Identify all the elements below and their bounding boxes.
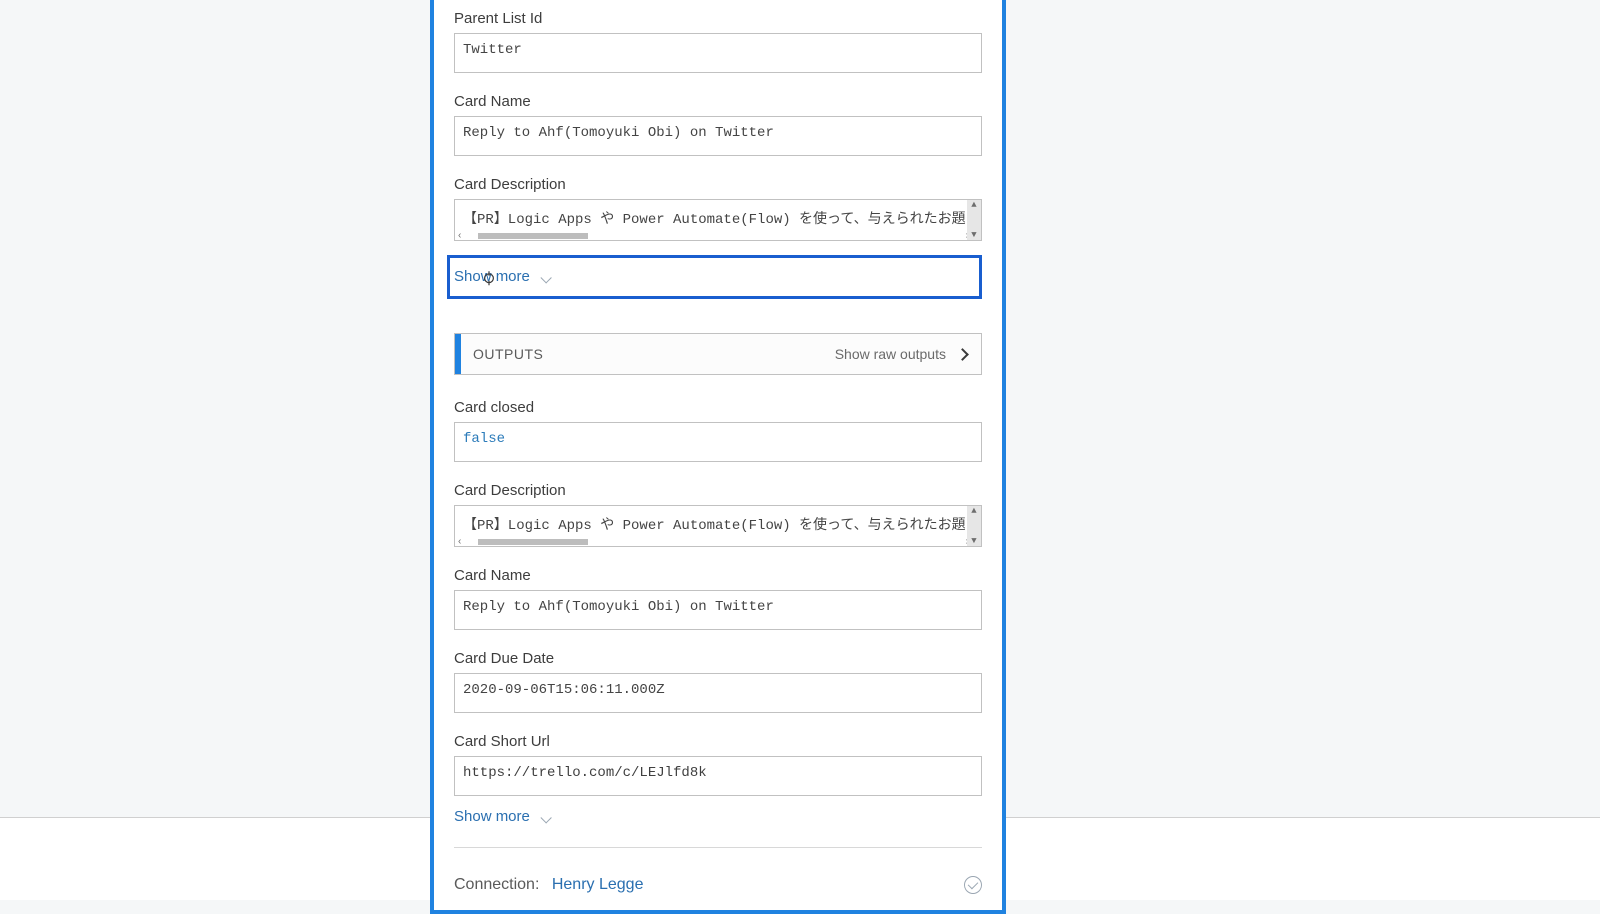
value-out-card-description[interactable]: 【PR】Logic Apps や Power Automate(Flow) を使…	[454, 505, 982, 547]
value-out-card-name[interactable]: Reply to Ahf(Tomoyuki Obi) on Twitter	[454, 590, 982, 630]
connection-footer: Connection: Henry Legge	[434, 866, 1002, 910]
vscrollbar[interactable]: ▲▼	[967, 200, 981, 240]
value-card-description-text: 【PR】Logic Apps や Power Automate(Flow) を使…	[463, 212, 980, 228]
show-more-outputs-label: Show more	[454, 808, 530, 825]
outputs-title: OUTPUTS	[455, 346, 543, 362]
outputs-section: Card closed false Card Description 【PR】L…	[434, 375, 1002, 866]
inputs-section: Parent List Id Twitter Card Name Reply t…	[434, 0, 1002, 311]
value-card-due-date[interactable]: 2020-09-06T15:06:11.000Z	[454, 673, 982, 713]
chevron-right-icon	[958, 346, 967, 362]
label-card-due-date: Card Due Date	[454, 650, 982, 667]
label-card-name: Card Name	[454, 93, 982, 110]
label-card-closed: Card closed	[454, 399, 982, 416]
connection-name[interactable]: Henry Legge	[552, 876, 644, 893]
trello-action-card: Parent List Id Twitter Card Name Reply t…	[430, 0, 1006, 914]
value-out-card-description-text: 【PR】Logic Apps や Power Automate(Flow) を使…	[463, 518, 980, 534]
show-raw-outputs-link[interactable]: Show raw outputs	[835, 346, 967, 362]
outputs-header: OUTPUTS Show raw outputs	[454, 333, 982, 375]
hscrollbar[interactable]	[458, 539, 961, 545]
value-card-closed[interactable]: false	[454, 422, 982, 462]
label-card-description: Card Description	[454, 176, 982, 193]
divider	[454, 847, 982, 848]
label-out-card-name: Card Name	[454, 567, 982, 584]
chevron-down-icon	[540, 271, 552, 283]
connection-label: Connection:	[454, 876, 539, 893]
show-more-inputs-label: Show more	[454, 268, 530, 285]
value-card-name[interactable]: Reply to Ahf(Tomoyuki Obi) on Twitter	[454, 116, 982, 156]
outputs-accent	[455, 334, 461, 374]
connection-text: Connection: Henry Legge	[454, 876, 643, 894]
chevron-down-icon	[540, 811, 552, 823]
label-parent-list-id: Parent List Id	[454, 10, 982, 27]
show-more-inputs-button[interactable]: Show more	[454, 268, 552, 285]
value-card-description[interactable]: 【PR】Logic Apps や Power Automate(Flow) を使…	[454, 199, 982, 241]
show-more-outputs-button[interactable]: Show more	[454, 808, 552, 825]
label-out-card-description: Card Description	[454, 482, 982, 499]
vscrollbar[interactable]: ▲▼	[967, 506, 981, 546]
status-ok-icon	[964, 876, 982, 894]
value-parent-list-id[interactable]: Twitter	[454, 33, 982, 73]
label-card-short-url: Card Short Url	[454, 733, 982, 750]
value-card-short-url[interactable]: https://trello.com/c/LEJlfd8k	[454, 756, 982, 796]
value-card-closed-text: false	[463, 431, 505, 447]
show-raw-outputs-label: Show raw outputs	[835, 346, 946, 362]
show-more-inputs-highlight: Show more	[447, 255, 982, 299]
hscrollbar[interactable]	[458, 233, 961, 239]
